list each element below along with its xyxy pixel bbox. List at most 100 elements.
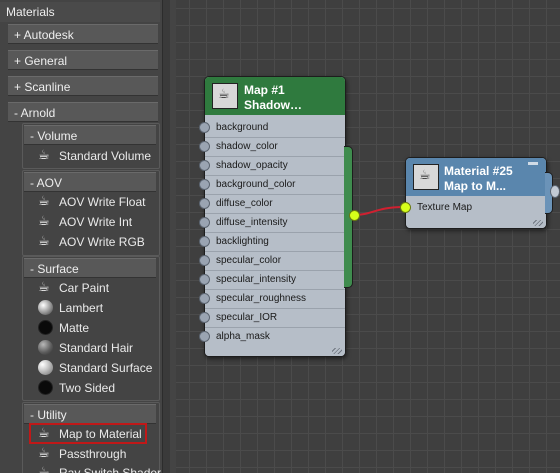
surface-sphere-icon <box>38 360 53 375</box>
node-material-25-thumbnail-icon <box>413 164 439 190</box>
resize-grip-icon[interactable] <box>533 220 543 226</box>
slot-label: background_color <box>216 179 296 190</box>
item-aov-write-rgb[interactable]: AOV Write RGB <box>28 232 156 252</box>
node-map-1-slots: background shadow_color shadow_opacity b… <box>199 118 345 356</box>
input-socket[interactable] <box>199 255 210 266</box>
item-label: Standard Surface <box>59 361 153 375</box>
item-label: Two Sided <box>59 381 116 395</box>
lambert-sphere-icon <box>38 300 53 315</box>
item-label: Passthrough <box>59 447 127 461</box>
input-socket[interactable] <box>199 312 210 323</box>
input-socket[interactable] <box>199 293 210 304</box>
group-volume-header[interactable]: - Volume <box>24 125 156 145</box>
item-label: Lambert <box>59 301 104 315</box>
materials-rollout-header[interactable]: Materials <box>0 2 160 22</box>
node-material-25-header[interactable]: Material #25 Map to M... <box>406 158 546 196</box>
group-surface-header[interactable]: - Surface <box>24 258 156 278</box>
group-utility-header[interactable]: - Utility <box>24 404 156 424</box>
slot-shadow-color[interactable]: shadow_color <box>199 137 345 157</box>
material-map-browser: Materials + Autodesk + General + Scanlin… <box>0 0 170 473</box>
node-material-25-output-socket[interactable] <box>550 185 560 198</box>
slot-backlighting[interactable]: backlighting <box>199 232 345 252</box>
slot-alpha-mask[interactable]: alpha_mask <box>199 327 345 346</box>
browser-scrollbar[interactable] <box>162 0 170 473</box>
teapot-icon <box>38 278 53 298</box>
slot-label: diffuse_color <box>216 198 273 209</box>
item-label: Ray Switch Shader <box>59 466 162 473</box>
input-socket[interactable] <box>199 179 210 190</box>
node-editor-canvas[interactable]: Map #1 Shadow… background shadow_color s… <box>176 0 560 473</box>
item-label: AOV Write Float <box>59 195 146 209</box>
input-socket[interactable] <box>199 122 210 133</box>
slot-label: shadow_color <box>216 141 278 152</box>
item-label: Standard Hair <box>59 341 134 355</box>
item-standard-hair[interactable]: Standard Hair <box>28 338 156 358</box>
node-map-1-header[interactable]: Map #1 Shadow… <box>205 77 345 115</box>
slot-diffuse-intensity[interactable]: diffuse_intensity <box>199 213 345 233</box>
teapot-icon <box>38 463 53 473</box>
slot-specular-roughness[interactable]: specular_roughness <box>199 289 345 309</box>
item-two-sided[interactable]: Two Sided <box>28 378 156 398</box>
teapot-icon <box>38 192 53 212</box>
resize-grip-icon[interactable] <box>332 348 342 354</box>
node-map-1-output-socket[interactable] <box>349 210 360 221</box>
group-surface-label: - Surface <box>30 262 79 276</box>
node-map-1[interactable]: Map #1 Shadow… background shadow_color s… <box>199 76 346 357</box>
slot-label: specular_IOR <box>216 312 278 323</box>
hair-swatch-icon <box>38 340 53 355</box>
item-standard-surface[interactable]: Standard Surface <box>28 358 156 378</box>
item-ray-switch-shader[interactable]: Ray Switch Shader <box>28 463 161 473</box>
slot-label: background <box>216 122 269 133</box>
category-arnold[interactable]: - Arnold <box>8 102 158 122</box>
category-autodesk-label: + Autodesk <box>14 28 74 42</box>
item-lambert[interactable]: Lambert <box>28 298 156 318</box>
item-passthrough[interactable]: Passthrough <box>28 444 156 464</box>
input-socket[interactable] <box>199 198 210 209</box>
input-socket[interactable] <box>199 274 210 285</box>
slot-background-color[interactable]: background_color <box>199 175 345 195</box>
slot-background[interactable]: background <box>199 118 345 138</box>
node-material-25-subtitle: Map to M... <box>444 179 506 193</box>
group-aov-header[interactable]: - AOV <box>24 172 156 192</box>
slot-texture-map[interactable]: Texture Map <box>400 198 546 217</box>
teapot-icon <box>38 212 53 232</box>
slot-label: specular_color <box>216 255 282 266</box>
node-material-25[interactable]: Material #25 Map to M... Texture Map <box>400 157 547 229</box>
node-map-1-subtitle: Shadow… <box>244 98 303 112</box>
group-volume-label: - Volume <box>30 129 78 143</box>
teapot-icon <box>38 232 53 252</box>
two-sided-sphere-icon <box>38 380 53 395</box>
item-matte[interactable]: Matte <box>28 318 156 338</box>
slot-shadow-opacity[interactable]: shadow_opacity <box>199 156 345 176</box>
item-aov-write-float[interactable]: AOV Write Float <box>28 192 156 212</box>
input-socket[interactable] <box>199 141 210 152</box>
item-aov-write-int[interactable]: AOV Write Int <box>28 212 156 232</box>
materials-title: Materials <box>6 5 55 19</box>
item-label: Car Paint <box>59 281 110 295</box>
slot-specular-color[interactable]: specular_color <box>199 251 345 271</box>
selection-highlight <box>29 423 147 444</box>
slot-label: diffuse_intensity <box>216 217 288 228</box>
input-socket[interactable] <box>199 160 210 171</box>
slot-diffuse-color[interactable]: diffuse_color <box>199 194 345 214</box>
input-socket-connected[interactable] <box>400 202 411 213</box>
item-standard-volume[interactable]: Standard Volume <box>28 146 156 166</box>
teapot-icon <box>38 146 53 166</box>
input-socket[interactable] <box>199 217 210 228</box>
node-map-1-title: Map #1 <box>244 83 285 97</box>
input-socket[interactable] <box>199 331 210 342</box>
slot-label: specular_roughness <box>216 293 307 304</box>
category-general[interactable]: + General <box>8 50 158 70</box>
category-scanline-label: + Scanline <box>14 80 71 94</box>
category-autodesk[interactable]: + Autodesk <box>8 24 158 44</box>
slot-specular-intensity[interactable]: specular_intensity <box>199 270 345 290</box>
item-label: Standard Volume <box>59 149 152 163</box>
node-material-25-slots: Texture Map <box>400 198 546 228</box>
category-scanline[interactable]: + Scanline <box>8 76 158 96</box>
group-utility-label: - Utility <box>30 408 67 422</box>
item-car-paint[interactable]: Car Paint <box>28 278 156 298</box>
matte-sphere-icon <box>38 320 53 335</box>
minimize-icon[interactable] <box>528 162 538 165</box>
slot-specular-ior[interactable]: specular_IOR <box>199 308 345 328</box>
input-socket[interactable] <box>199 236 210 247</box>
